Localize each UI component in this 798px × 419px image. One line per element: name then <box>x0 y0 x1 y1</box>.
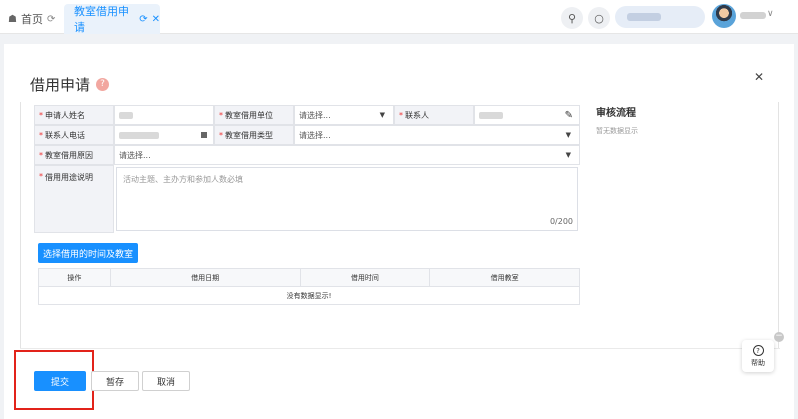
save-draft-button[interactable]: 暂存 <box>91 371 139 391</box>
audit-title: 审核流程 <box>596 108 636 119</box>
home-icon: ☗ <box>8 13 17 25</box>
time-room-table: 操作 借用日期 借用时间 借用教室 没有数据显示! <box>38 268 580 305</box>
divider <box>778 102 779 348</box>
cancel-button[interactable]: 取消 <box>142 371 190 391</box>
help-button[interactable]: ? 帮助 <box>742 340 774 372</box>
divider <box>20 348 780 349</box>
reason-select[interactable]: 请选择... ▼ <box>114 145 580 165</box>
refresh-icon[interactable]: ⟳ <box>139 14 147 25</box>
tab-home-label: 首页 <box>20 13 43 26</box>
column-header: 借用教室 <box>429 268 580 287</box>
char-counter: 0/200 <box>549 217 573 226</box>
table-header: 操作 借用日期 借用时间 借用教室 <box>38 268 580 287</box>
divider <box>20 102 21 348</box>
submit-button[interactable]: 提交 <box>34 371 86 391</box>
redacted-text <box>627 13 661 21</box>
user-pill[interactable] <box>615 6 705 28</box>
search-icon[interactable]: ⚲ <box>561 7 583 29</box>
select-time-room-button[interactable]: 选择借用的时间及教室 <box>38 243 139 263</box>
caret-down-icon: ▼ <box>565 131 571 139</box>
caret-down-icon: ▼ <box>379 111 385 119</box>
empty-message: 没有数据显示! <box>38 286 580 305</box>
table-row: 没有数据显示! <box>38 286 580 305</box>
column-header: 操作 <box>38 268 111 287</box>
chevron-down-icon[interactable]: ∨ <box>767 9 774 19</box>
redacted-username <box>740 12 766 19</box>
type-select[interactable]: 请选择... ▼ <box>294 125 580 145</box>
column-header: 借用时间 <box>299 268 431 287</box>
applicant-name-label: * 申请人姓名 <box>34 105 114 125</box>
collapse-icon[interactable]: − <box>774 332 784 342</box>
tab-bar: ☗ 首页 ⟳ 教室借用申请 ⟳ ✕ ⚲ ○ ∨ <box>0 0 798 34</box>
refresh-icon[interactable]: ⟳ <box>47 14 55 25</box>
question-icon[interactable]: ? <box>96 78 110 91</box>
audit-empty: 暂无数据显示 <box>596 127 638 135</box>
tab-active-label: 教室借用申请 <box>74 5 129 34</box>
contact-phone-field[interactable] <box>114 125 214 145</box>
question-icon: ? <box>752 344 764 356</box>
reason-label: * 教室借用原因 <box>34 145 114 165</box>
application-card: 借用申请 ? ✕ * 申请人姓名 * 教室借用单位 请选择... ▼ * 联系人 ✎ *… <box>4 44 794 419</box>
unit-label: * 教室借用单位 <box>214 105 294 125</box>
applicant-name-field[interactable] <box>114 105 214 125</box>
shirt-icon[interactable]: ○ <box>588 7 610 29</box>
contact-phone-label: * 联系人电话 <box>34 125 114 145</box>
tab-home[interactable]: ☗ 首页 ⟳ <box>8 4 55 34</box>
pencil-icon: ✎ <box>564 109 573 121</box>
avatar[interactable] <box>712 4 736 28</box>
page-title: 借用申请 ? <box>30 74 110 95</box>
lock-icon <box>201 132 207 138</box>
close-tab-icon[interactable]: ✕ <box>152 14 160 25</box>
purpose-textarea[interactable]: 活动主题、主办方和参加人数必填 0/200 <box>116 167 578 231</box>
purpose-label: * 借用用途说明 <box>34 165 114 233</box>
column-header: 借用日期 <box>109 268 301 287</box>
contact-label: * 联系人 <box>394 105 474 125</box>
contact-field[interactable]: ✎ <box>474 105 580 125</box>
close-icon[interactable]: ✕ <box>754 70 764 84</box>
caret-down-icon: ▼ <box>565 151 571 159</box>
tab-classroom-borrow[interactable]: 教室借用申请 ⟳ ✕ <box>64 4 160 34</box>
unit-select[interactable]: 请选择... ▼ <box>294 105 394 125</box>
type-label: * 教室借用类型 <box>214 125 294 145</box>
